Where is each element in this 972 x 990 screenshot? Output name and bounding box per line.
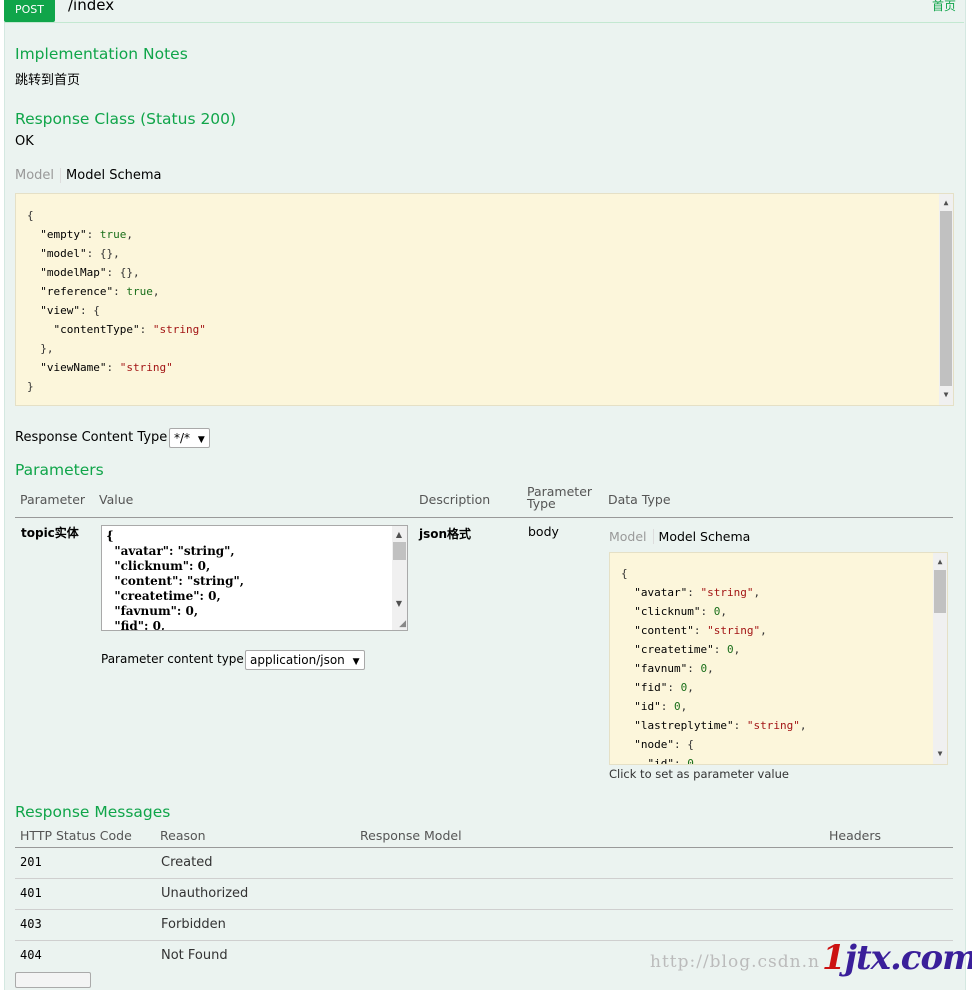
- param-value-text: { "avatar": "string", "clicknum": 0, "co…: [106, 529, 244, 631]
- operation-header[interactable]: POST /index 首页: [4, 0, 964, 23]
- response-schema-scrollbar[interactable]: ▲ ▼: [939, 194, 953, 405]
- param-col-parameter: Parameter: [20, 492, 86, 507]
- parameters-heading: Parameters: [15, 461, 104, 479]
- scroll-down-arrow-icon[interactable]: ▼: [939, 388, 953, 402]
- status-reason: Unauthorized: [161, 886, 249, 901]
- response-content-type-label: Response Content Type: [15, 430, 168, 445]
- param-col-data-type: Data Type: [608, 492, 671, 507]
- param-name: topic实体: [21, 526, 79, 540]
- param-col-value: Value: [99, 492, 134, 507]
- resp-col-code: HTTP Status Code: [20, 828, 132, 843]
- param-schema-scrollbar[interactable]: ▲ ▼: [933, 553, 947, 764]
- scroll-thumb[interactable]: [393, 542, 406, 560]
- chevron-down-icon: ▼: [352, 657, 360, 667]
- status-reason: Forbidden: [161, 917, 226, 932]
- resize-handle-icon[interactable]: ◢: [399, 620, 406, 629]
- resp-col-reason: Reason: [160, 828, 206, 843]
- param-header-divider: [15, 517, 953, 518]
- response-messages-heading: Response Messages: [15, 803, 171, 821]
- param-content-type-label: Parameter content type:: [101, 652, 248, 666]
- tab-model-schema[interactable]: Model Schema: [654, 529, 751, 544]
- scroll-down-arrow-icon[interactable]: ▼: [933, 747, 947, 761]
- response-schema-code: { "empty": true, "model": {}, "modelMap"…: [27, 209, 206, 393]
- chevron-down-icon: ▼: [197, 435, 205, 445]
- param-description: json格式: [419, 527, 472, 541]
- status-reason: Not Found: [161, 948, 228, 963]
- param-schema-code: { "avatar": "string", "clicknum": 0, "co…: [621, 567, 807, 765]
- resp-header-divider: [15, 847, 953, 848]
- tab-model[interactable]: Model: [609, 528, 654, 544]
- param-value-textarea[interactable]: { "avatar": "string", "clicknum": 0, "co…: [101, 525, 408, 631]
- param-schema-box[interactable]: { "avatar": "string", "clicknum": 0, "co…: [609, 552, 948, 765]
- scroll-thumb[interactable]: [940, 211, 952, 386]
- tab-model-schema[interactable]: Model Schema: [61, 168, 161, 183]
- try-it-out-button[interactable]: [15, 972, 91, 988]
- status-code: 401: [20, 886, 42, 900]
- row-divider: [15, 909, 953, 910]
- scroll-up-arrow-icon[interactable]: ▲: [933, 555, 947, 569]
- resp-col-headers: Headers: [829, 828, 882, 843]
- param-col-parameter-type: Parameter Type: [527, 485, 592, 511]
- param-model-tabs: Model Model Schema: [609, 525, 750, 547]
- click-to-set-hint[interactable]: Click to set as parameter value: [609, 767, 789, 781]
- param-type: body: [528, 524, 559, 539]
- param-value-scrollbar[interactable]: ▲ ▼: [392, 526, 407, 630]
- home-link[interactable]: 首页: [932, 0, 956, 14]
- site-logo: 1jtx.com: [822, 938, 972, 978]
- param-col-parameter-type-line2: Type: [527, 496, 556, 511]
- status-reason: Created: [161, 855, 213, 870]
- http-method-badge[interactable]: POST: [4, 0, 55, 22]
- param-content-type-value: application/json: [250, 653, 345, 667]
- scroll-down-arrow-icon[interactable]: ▼: [392, 596, 406, 610]
- response-class-heading: Response Class (Status 200): [15, 110, 237, 128]
- param-col-description: Description: [419, 492, 491, 507]
- param-content-type-select[interactable]: application/json ▼: [245, 650, 365, 670]
- row-divider: [15, 878, 953, 879]
- tab-model[interactable]: Model: [15, 167, 62, 183]
- row-divider: [15, 940, 953, 941]
- resp-col-model: Response Model: [360, 828, 462, 843]
- response-content-type-value: */*: [174, 431, 191, 445]
- scroll-up-arrow-icon[interactable]: ▲: [939, 196, 953, 210]
- status-code: 403: [20, 917, 42, 931]
- response-schema-box[interactable]: { "empty": true, "model": {}, "modelMap"…: [15, 193, 954, 406]
- implementation-notes-heading: Implementation Notes: [15, 45, 188, 63]
- status-code: 404: [20, 948, 42, 962]
- response-content-type-select[interactable]: */* ▼: [169, 428, 210, 448]
- endpoint-path[interactable]: /index: [68, 0, 114, 14]
- scroll-up-arrow-icon[interactable]: ▲: [392, 527, 406, 541]
- response-class-status: OK: [15, 134, 34, 149]
- blog-watermark: http://blog.csdn.n: [650, 952, 820, 972]
- scroll-thumb[interactable]: [934, 570, 946, 613]
- response-model-tabs: Model Model Schema: [15, 164, 161, 186]
- status-code: 201: [20, 855, 42, 869]
- implementation-notes-text: 跳转到首页: [15, 73, 81, 88]
